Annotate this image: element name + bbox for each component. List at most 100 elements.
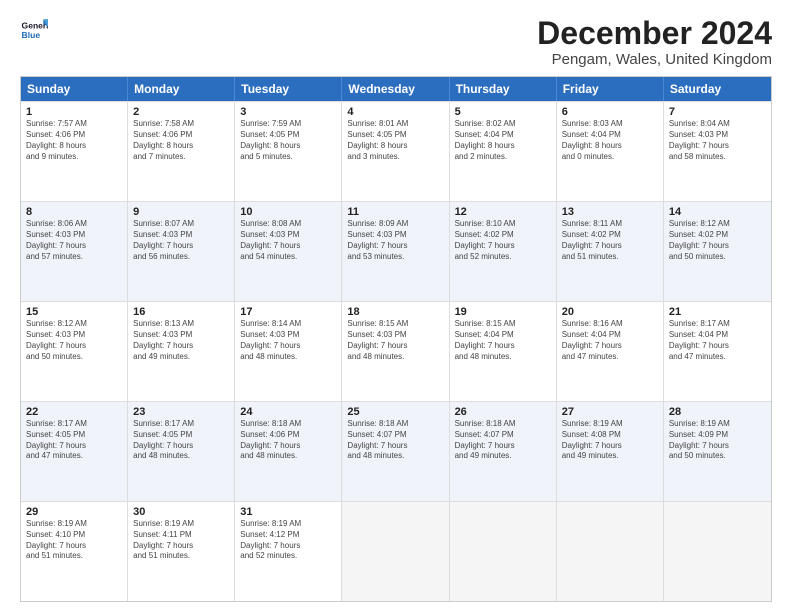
day-info: Sunrise: 8:01 AM Sunset: 4:05 PM Dayligh… <box>347 119 443 162</box>
day-info: Sunrise: 8:11 AM Sunset: 4:02 PM Dayligh… <box>562 219 658 262</box>
logo: General Blue <box>20 16 48 44</box>
calendar-cell-15: 15Sunrise: 8:12 AM Sunset: 4:03 PM Dayli… <box>21 302 128 401</box>
subtitle: Pengam, Wales, United Kingdom <box>537 51 772 68</box>
calendar-week-3: 15Sunrise: 8:12 AM Sunset: 4:03 PM Dayli… <box>21 301 771 401</box>
calendar-cell-11: 11Sunrise: 8:09 AM Sunset: 4:03 PM Dayli… <box>342 202 449 301</box>
day-info: Sunrise: 8:18 AM Sunset: 4:07 PM Dayligh… <box>455 419 551 462</box>
day-number: 3 <box>240 106 336 118</box>
header: General Blue December 2024 Pengam, Wales… <box>20 16 772 68</box>
calendar-cell-12: 12Sunrise: 8:10 AM Sunset: 4:02 PM Dayli… <box>450 202 557 301</box>
day-number: 8 <box>26 206 122 218</box>
header-friday: Friday <box>557 77 664 101</box>
calendar-cell-empty <box>557 502 664 601</box>
day-info: Sunrise: 7:59 AM Sunset: 4:05 PM Dayligh… <box>240 119 336 162</box>
calendar-cell-19: 19Sunrise: 8:15 AM Sunset: 4:04 PM Dayli… <box>450 302 557 401</box>
calendar-cell-20: 20Sunrise: 8:16 AM Sunset: 4:04 PM Dayli… <box>557 302 664 401</box>
day-info: Sunrise: 8:19 AM Sunset: 4:09 PM Dayligh… <box>669 419 766 462</box>
day-number: 27 <box>562 406 658 418</box>
calendar-cell-9: 9Sunrise: 8:07 AM Sunset: 4:03 PM Daylig… <box>128 202 235 301</box>
day-info: Sunrise: 8:03 AM Sunset: 4:04 PM Dayligh… <box>562 119 658 162</box>
day-number: 26 <box>455 406 551 418</box>
calendar-cell-1: 1Sunrise: 7:57 AM Sunset: 4:06 PM Daylig… <box>21 102 128 201</box>
calendar: Sunday Monday Tuesday Wednesday Thursday… <box>20 76 772 602</box>
page: General Blue December 2024 Pengam, Wales… <box>0 0 792 612</box>
header-thursday: Thursday <box>450 77 557 101</box>
day-info: Sunrise: 8:17 AM Sunset: 4:05 PM Dayligh… <box>26 419 122 462</box>
header-wednesday: Wednesday <box>342 77 449 101</box>
calendar-cell-26: 26Sunrise: 8:18 AM Sunset: 4:07 PM Dayli… <box>450 402 557 501</box>
calendar-cell-14: 14Sunrise: 8:12 AM Sunset: 4:02 PM Dayli… <box>664 202 771 301</box>
day-number: 16 <box>133 306 229 318</box>
day-number: 28 <box>669 406 766 418</box>
calendar-week-1: 1Sunrise: 7:57 AM Sunset: 4:06 PM Daylig… <box>21 101 771 201</box>
header-tuesday: Tuesday <box>235 77 342 101</box>
calendar-header: Sunday Monday Tuesday Wednesday Thursday… <box>21 77 771 101</box>
calendar-cell-24: 24Sunrise: 8:18 AM Sunset: 4:06 PM Dayli… <box>235 402 342 501</box>
calendar-cell-31: 31Sunrise: 8:19 AM Sunset: 4:12 PM Dayli… <box>235 502 342 601</box>
calendar-cell-18: 18Sunrise: 8:15 AM Sunset: 4:03 PM Dayli… <box>342 302 449 401</box>
day-number: 25 <box>347 406 443 418</box>
calendar-cell-empty <box>450 502 557 601</box>
day-info: Sunrise: 8:19 AM Sunset: 4:10 PM Dayligh… <box>26 519 122 562</box>
calendar-cell-27: 27Sunrise: 8:19 AM Sunset: 4:08 PM Dayli… <box>557 402 664 501</box>
day-info: Sunrise: 8:19 AM Sunset: 4:08 PM Dayligh… <box>562 419 658 462</box>
day-number: 6 <box>562 106 658 118</box>
calendar-cell-3: 3Sunrise: 7:59 AM Sunset: 4:05 PM Daylig… <box>235 102 342 201</box>
day-info: Sunrise: 8:15 AM Sunset: 4:04 PM Dayligh… <box>455 319 551 362</box>
day-info: Sunrise: 8:16 AM Sunset: 4:04 PM Dayligh… <box>562 319 658 362</box>
day-info: Sunrise: 8:08 AM Sunset: 4:03 PM Dayligh… <box>240 219 336 262</box>
day-info: Sunrise: 7:57 AM Sunset: 4:06 PM Dayligh… <box>26 119 122 162</box>
day-number: 4 <box>347 106 443 118</box>
day-number: 29 <box>26 506 122 518</box>
calendar-week-4: 22Sunrise: 8:17 AM Sunset: 4:05 PM Dayli… <box>21 401 771 501</box>
day-number: 13 <box>562 206 658 218</box>
calendar-week-5: 29Sunrise: 8:19 AM Sunset: 4:10 PM Dayli… <box>21 501 771 601</box>
day-info: Sunrise: 8:19 AM Sunset: 4:11 PM Dayligh… <box>133 519 229 562</box>
day-number: 14 <box>669 206 766 218</box>
calendar-cell-23: 23Sunrise: 8:17 AM Sunset: 4:05 PM Dayli… <box>128 402 235 501</box>
calendar-cell-5: 5Sunrise: 8:02 AM Sunset: 4:04 PM Daylig… <box>450 102 557 201</box>
header-saturday: Saturday <box>664 77 771 101</box>
calendar-cell-2: 2Sunrise: 7:58 AM Sunset: 4:06 PM Daylig… <box>128 102 235 201</box>
day-info: Sunrise: 8:15 AM Sunset: 4:03 PM Dayligh… <box>347 319 443 362</box>
day-number: 7 <box>669 106 766 118</box>
day-number: 24 <box>240 406 336 418</box>
calendar-cell-4: 4Sunrise: 8:01 AM Sunset: 4:05 PM Daylig… <box>342 102 449 201</box>
day-number: 11 <box>347 206 443 218</box>
day-info: Sunrise: 8:14 AM Sunset: 4:03 PM Dayligh… <box>240 319 336 362</box>
day-info: Sunrise: 8:13 AM Sunset: 4:03 PM Dayligh… <box>133 319 229 362</box>
day-info: Sunrise: 8:10 AM Sunset: 4:02 PM Dayligh… <box>455 219 551 262</box>
calendar-cell-17: 17Sunrise: 8:14 AM Sunset: 4:03 PM Dayli… <box>235 302 342 401</box>
calendar-cell-13: 13Sunrise: 8:11 AM Sunset: 4:02 PM Dayli… <box>557 202 664 301</box>
title-block: December 2024 Pengam, Wales, United King… <box>537 16 772 68</box>
day-info: Sunrise: 8:06 AM Sunset: 4:03 PM Dayligh… <box>26 219 122 262</box>
day-info: Sunrise: 8:04 AM Sunset: 4:03 PM Dayligh… <box>669 119 766 162</box>
day-number: 9 <box>133 206 229 218</box>
calendar-cell-21: 21Sunrise: 8:17 AM Sunset: 4:04 PM Dayli… <box>664 302 771 401</box>
calendar-cell-10: 10Sunrise: 8:08 AM Sunset: 4:03 PM Dayli… <box>235 202 342 301</box>
day-number: 1 <box>26 106 122 118</box>
day-number: 20 <box>562 306 658 318</box>
logo-icon: General Blue <box>20 16 48 44</box>
calendar-cell-22: 22Sunrise: 8:17 AM Sunset: 4:05 PM Dayli… <box>21 402 128 501</box>
calendar-body: 1Sunrise: 7:57 AM Sunset: 4:06 PM Daylig… <box>21 101 771 601</box>
day-info: Sunrise: 8:17 AM Sunset: 4:05 PM Dayligh… <box>133 419 229 462</box>
day-number: 23 <box>133 406 229 418</box>
calendar-cell-empty <box>664 502 771 601</box>
calendar-cell-7: 7Sunrise: 8:04 AM Sunset: 4:03 PM Daylig… <box>664 102 771 201</box>
day-number: 31 <box>240 506 336 518</box>
calendar-cell-8: 8Sunrise: 8:06 AM Sunset: 4:03 PM Daylig… <box>21 202 128 301</box>
day-number: 18 <box>347 306 443 318</box>
header-sunday: Sunday <box>21 77 128 101</box>
main-title: December 2024 <box>537 16 772 51</box>
calendar-week-2: 8Sunrise: 8:06 AM Sunset: 4:03 PM Daylig… <box>21 201 771 301</box>
day-number: 22 <box>26 406 122 418</box>
svg-text:Blue: Blue <box>22 30 41 40</box>
calendar-cell-25: 25Sunrise: 8:18 AM Sunset: 4:07 PM Dayli… <box>342 402 449 501</box>
calendar-cell-29: 29Sunrise: 8:19 AM Sunset: 4:10 PM Dayli… <box>21 502 128 601</box>
calendar-cell-30: 30Sunrise: 8:19 AM Sunset: 4:11 PM Dayli… <box>128 502 235 601</box>
day-info: Sunrise: 8:18 AM Sunset: 4:07 PM Dayligh… <box>347 419 443 462</box>
day-number: 21 <box>669 306 766 318</box>
day-number: 12 <box>455 206 551 218</box>
calendar-cell-6: 6Sunrise: 8:03 AM Sunset: 4:04 PM Daylig… <box>557 102 664 201</box>
